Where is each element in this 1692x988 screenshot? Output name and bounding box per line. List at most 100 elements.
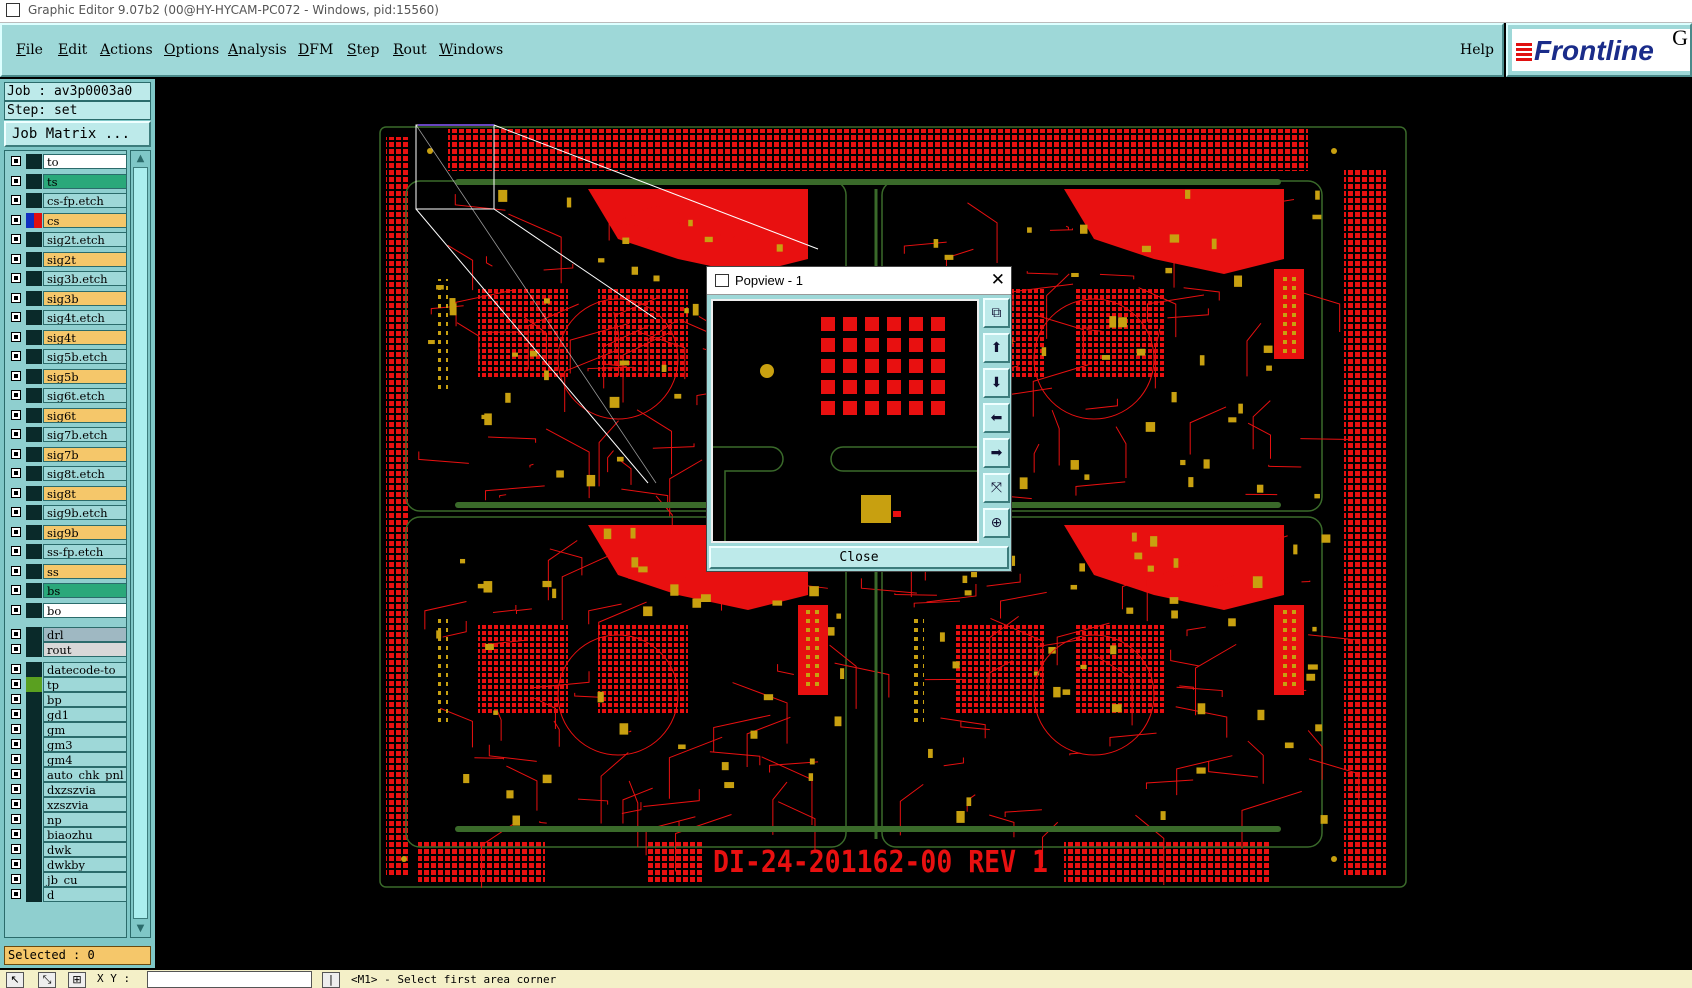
layer-checkbox[interactable] — [11, 874, 21, 884]
xy-input[interactable] — [147, 971, 312, 988]
layer-row[interactable]: to — [5, 154, 126, 169]
layer-checkbox[interactable] — [11, 409, 21, 420]
layer-row[interactable]: datecode-to — [5, 662, 126, 677]
layer-checkbox[interactable] — [11, 390, 21, 400]
layer-name[interactable]: auto_chk_pnl — [43, 767, 126, 782]
layer-row[interactable]: cs-fp.etch — [5, 193, 126, 208]
layer-row[interactable]: biaozhu — [5, 827, 126, 842]
layer-checkbox[interactable] — [11, 799, 21, 809]
layer-name[interactable]: gm4 — [43, 752, 126, 767]
measure-tool-icon[interactable]: ⤡ — [38, 972, 56, 988]
menu-windows[interactable]: Windows — [439, 42, 503, 58]
layer-checkbox[interactable] — [11, 784, 21, 794]
layer-row[interactable]: sig9b — [5, 524, 126, 540]
popview-canvas[interactable] — [711, 299, 979, 543]
layer-row[interactable]: jb_cu — [5, 872, 126, 887]
layer-row[interactable]: sig6t — [5, 407, 126, 423]
layer-name[interactable]: sig2t.etch — [43, 232, 126, 247]
layer-color-swatch[interactable] — [26, 290, 42, 306]
layer-name[interactable]: sig8t.etch — [43, 466, 126, 481]
layer-name[interactable]: ts — [43, 173, 126, 189]
layer-color-swatch[interactable] — [26, 485, 42, 501]
layer-row[interactable]: np — [5, 812, 126, 827]
layer-row[interactable]: bo — [5, 602, 126, 618]
layer-row[interactable]: sig3b — [5, 290, 126, 306]
layer-checkbox[interactable] — [11, 814, 21, 824]
layer-color-swatch[interactable] — [26, 857, 42, 872]
layer-row[interactable]: bp — [5, 692, 126, 707]
layer-name[interactable]: cs — [43, 212, 126, 228]
layer-row[interactable]: sig9b.etch — [5, 505, 126, 520]
menu-step[interactable]: Step — [347, 42, 379, 58]
layer-row[interactable]: sig3b.etch — [5, 271, 126, 286]
pan-up-icon[interactable]: ⬆ — [983, 333, 1010, 363]
layer-color-swatch[interactable] — [26, 782, 42, 797]
layer-color-swatch[interactable] — [26, 842, 42, 857]
layer-name[interactable]: sig8t — [43, 485, 126, 501]
popview-close-button[interactable]: Close — [709, 546, 1009, 569]
layer-name[interactable]: dwk — [43, 842, 126, 857]
layer-checkbox[interactable] — [11, 429, 21, 439]
layer-checkbox[interactable] — [11, 273, 21, 283]
layer-row[interactable]: sig5b — [5, 368, 126, 384]
layer-checkbox[interactable] — [11, 351, 21, 361]
layer-name[interactable]: sig5b — [43, 368, 126, 384]
layer-color-swatch[interactable] — [26, 827, 42, 842]
layer-color-swatch[interactable] — [26, 368, 42, 384]
grid-tool-icon[interactable]: ⊞ — [68, 972, 86, 988]
layer-color-swatch[interactable] — [26, 602, 42, 618]
layer-color-swatch[interactable] — [26, 251, 42, 267]
layer-name[interactable]: cs-fp.etch — [43, 193, 126, 208]
layer-checkbox[interactable] — [11, 234, 21, 244]
layer-color-swatch[interactable] — [26, 583, 42, 598]
layer-checkbox[interactable] — [11, 724, 21, 734]
layer-name[interactable]: dxzszvia — [43, 782, 126, 797]
menu-rout[interactable]: Rout — [393, 42, 427, 58]
layer-checkbox[interactable] — [11, 195, 21, 205]
layer-row[interactable]: xzszvia — [5, 797, 126, 812]
layer-name[interactable]: sig9b — [43, 524, 126, 540]
layer-row[interactable]: d — [5, 887, 126, 902]
menu-dfm[interactable]: DFM — [298, 42, 333, 58]
layer-color-swatch[interactable] — [26, 427, 42, 442]
layer-checkbox[interactable] — [11, 644, 21, 654]
menu-file[interactable]: File — [16, 42, 43, 58]
layer-color-swatch[interactable] — [26, 872, 42, 887]
layer-row[interactable]: cs — [5, 212, 126, 228]
layer-color-swatch[interactable] — [26, 232, 42, 247]
layer-name[interactable]: biaozhu — [43, 827, 126, 842]
layer-color-swatch[interactable] — [26, 407, 42, 423]
layer-name[interactable]: datecode-to — [43, 662, 126, 677]
layer-row[interactable]: sig6t.etch — [5, 388, 126, 403]
layer-row[interactable]: sig8t.etch — [5, 466, 126, 481]
layer-checkbox[interactable] — [11, 331, 21, 342]
layer-name[interactable]: sig6t — [43, 407, 126, 423]
layer-row[interactable]: gm — [5, 722, 126, 737]
layer-checkbox[interactable] — [11, 214, 21, 225]
layer-checkbox[interactable] — [11, 253, 21, 264]
layer-color-swatch[interactable] — [26, 677, 42, 692]
layer-name[interactable]: tp — [43, 677, 126, 692]
pan-right-icon[interactable]: ➡ — [983, 438, 1010, 468]
layer-row[interactable]: auto_chk_pnl — [5, 767, 126, 782]
menu-edit[interactable]: Edit — [58, 42, 87, 58]
layer-row[interactable]: bs — [5, 583, 126, 598]
zoom-in-icon[interactable]: ⤧ — [983, 473, 1010, 503]
layer-name[interactable]: xzszvia — [43, 797, 126, 812]
layer-checkbox[interactable] — [11, 312, 21, 322]
layer-checkbox[interactable] — [11, 370, 21, 381]
layer-name[interactable]: drl — [43, 627, 126, 642]
layer-row[interactable]: ss-fp.etch — [5, 544, 126, 559]
layer-name[interactable]: gm3 — [43, 737, 126, 752]
layer-checkbox[interactable] — [11, 694, 21, 704]
layer-name[interactable]: np — [43, 812, 126, 827]
layer-color-swatch[interactable] — [26, 505, 42, 520]
layer-checkbox[interactable] — [11, 679, 21, 689]
layer-name[interactable]: dwkby — [43, 857, 126, 872]
layer-color-swatch[interactable] — [26, 173, 42, 189]
layer-name[interactable]: rout — [43, 642, 126, 657]
layer-name[interactable]: sig4t.etch — [43, 310, 126, 325]
zoom-home-icon[interactable]: ⧉ — [983, 298, 1010, 328]
layer-checkbox[interactable] — [11, 604, 21, 615]
layer-checkbox[interactable] — [11, 526, 21, 537]
